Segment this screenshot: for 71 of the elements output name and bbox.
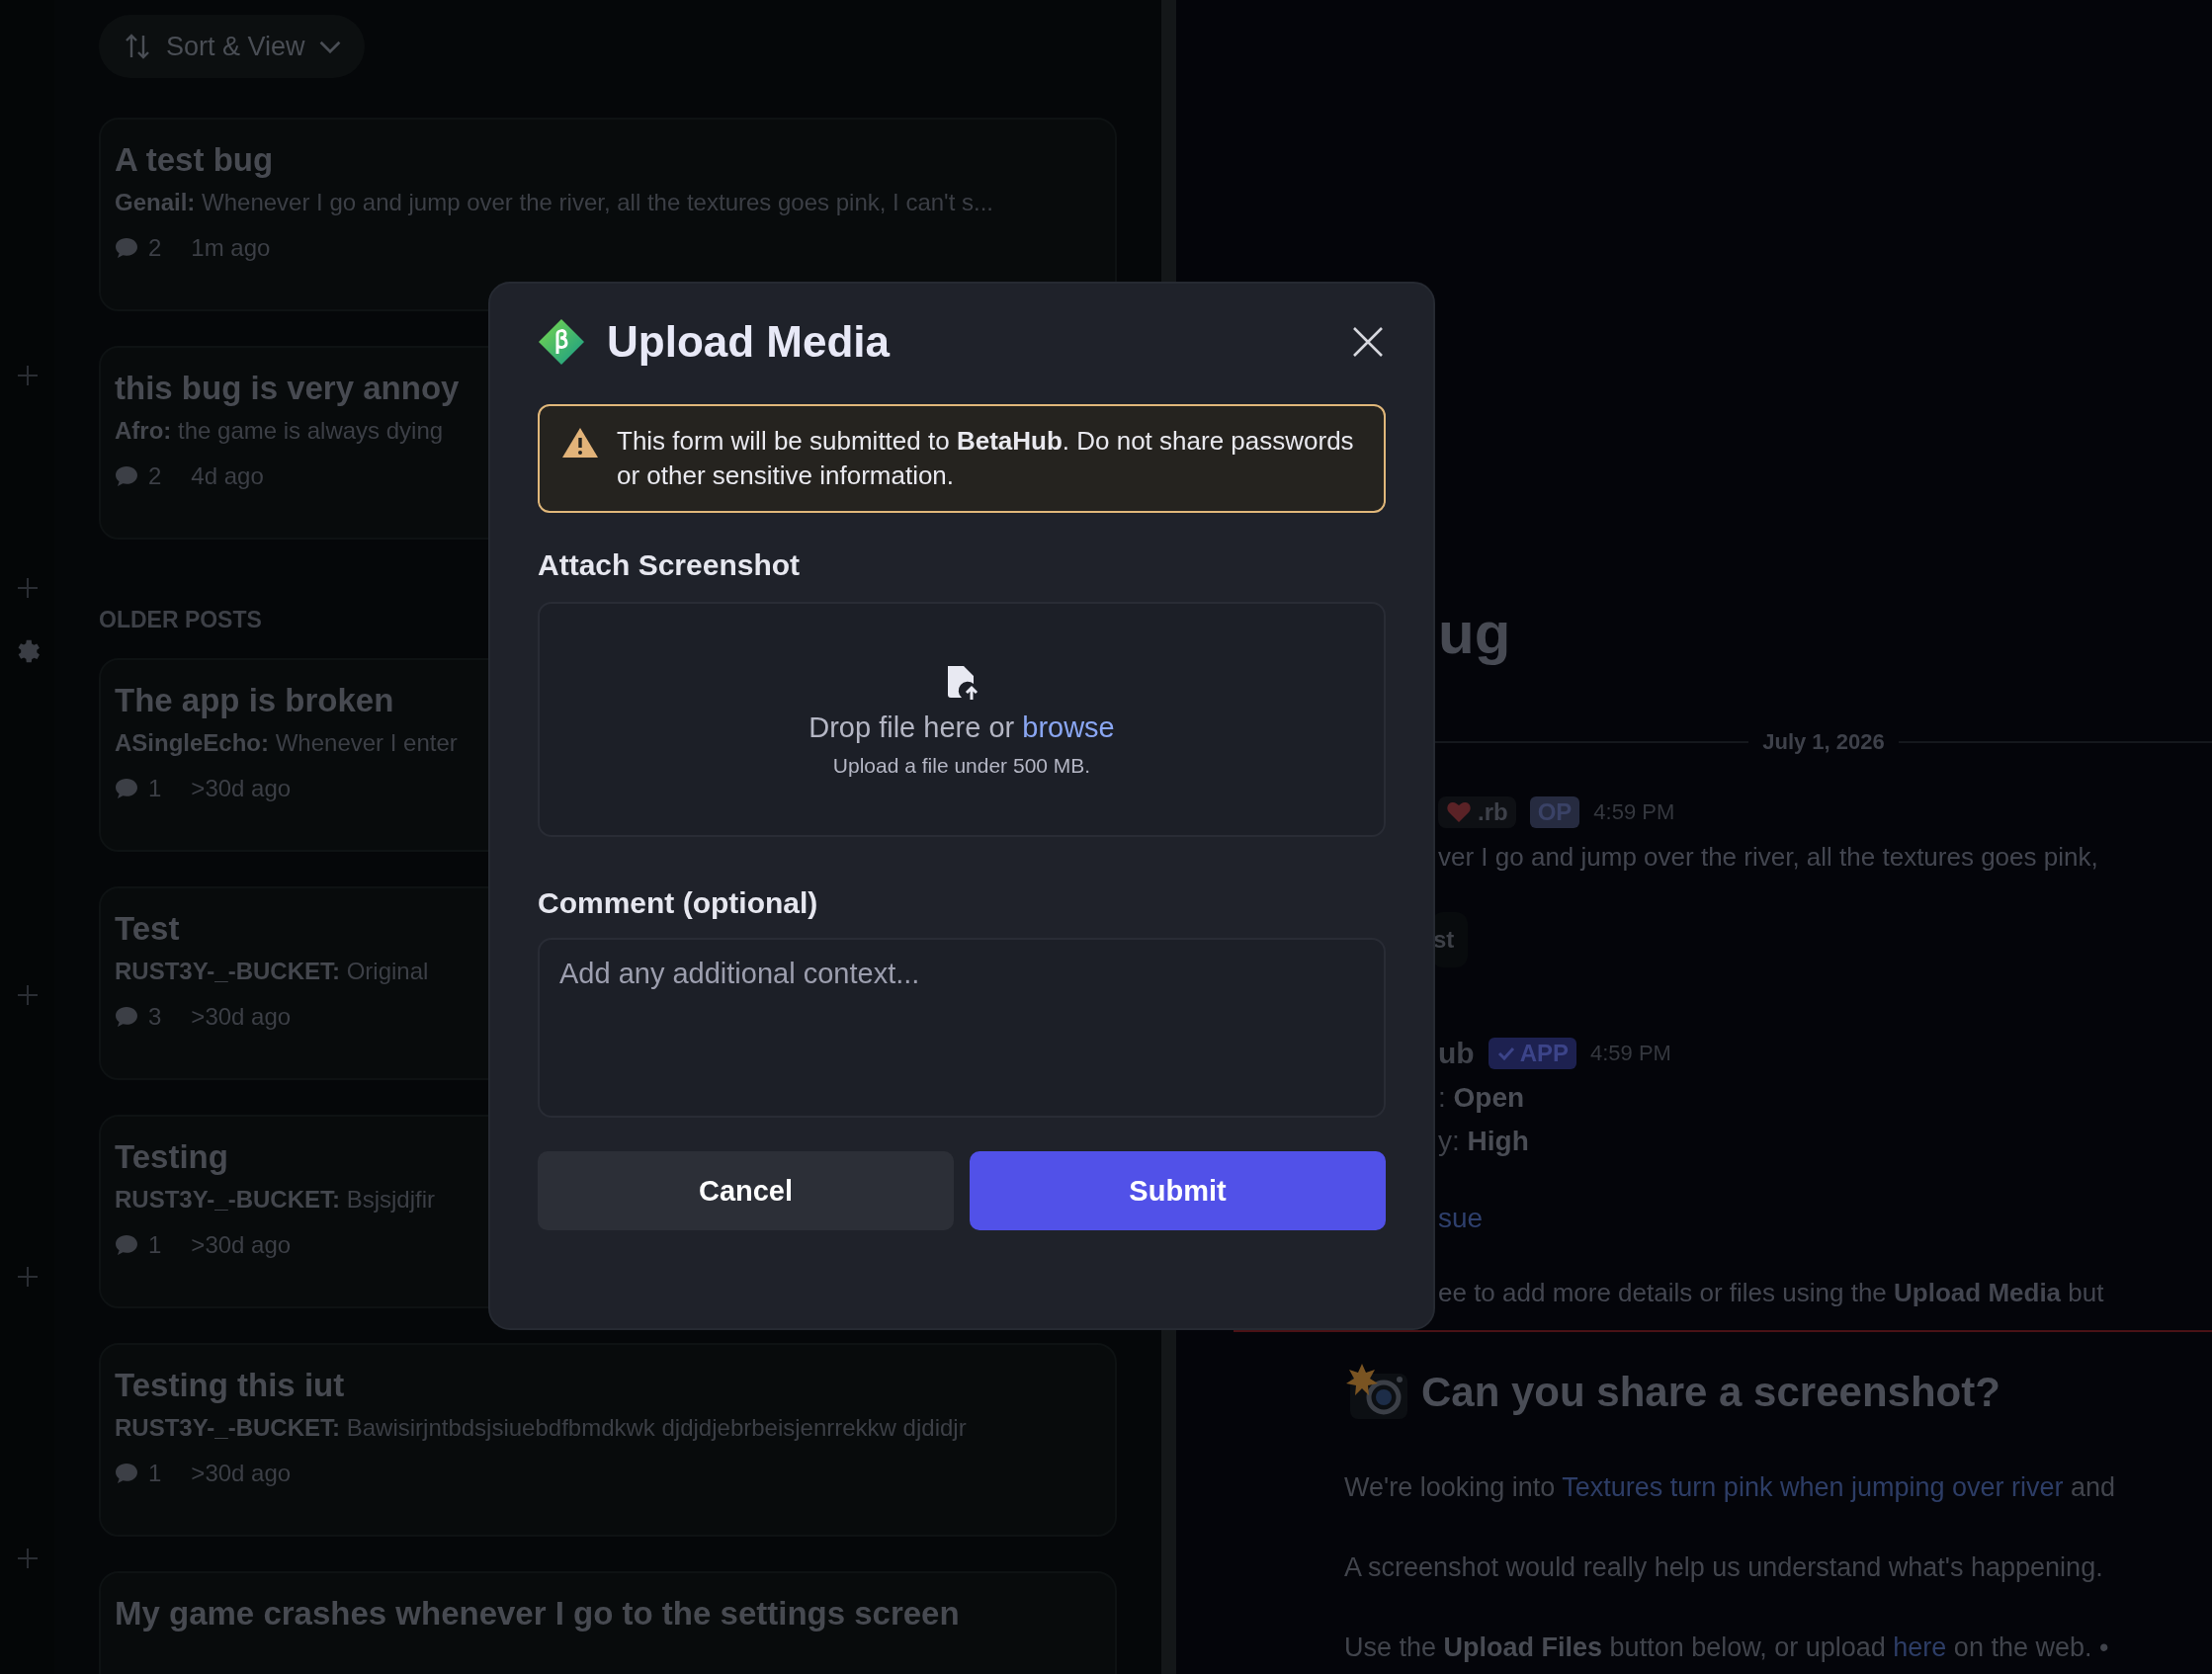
embed-paragraph: A screenshot would really help us understand what's happening. — [1344, 1552, 2103, 1583]
post-excerpt: RUST3Y-_-BUCKET: Bsjsjdjfir — [115, 1186, 436, 1214]
plus-icon[interactable] — [16, 1548, 39, 1569]
post-card[interactable]: My game crashes whenever I go to the settings screen — [99, 1571, 1117, 1674]
status-line: : Open — [1438, 1082, 1525, 1114]
message-text: ver I go and jump over the river, all the textures goes pink, — [1438, 842, 2098, 873]
heart-icon — [1446, 800, 1472, 824]
post-title: Testing this iut — [115, 1367, 345, 1404]
drop-prompt: Drop file here or browse — [808, 711, 1115, 744]
comment-count: 2 — [148, 234, 162, 262]
post-age: >30d ago — [191, 775, 292, 802]
post-age: >30d ago — [191, 1003, 292, 1031]
plus-icon[interactable] — [16, 984, 39, 1006]
cancel-button[interactable]: Cancel — [538, 1151, 954, 1230]
comment-count: 1 — [148, 775, 162, 802]
beta-logo-icon — [538, 318, 585, 366]
speech-bubble-icon — [115, 1463, 138, 1484]
speech-bubble-icon — [115, 778, 138, 799]
post-excerpt: Afro: the game is always dying — [115, 417, 444, 445]
post-age: 4d ago — [191, 462, 264, 490]
comment-count: 1 — [148, 1231, 162, 1259]
post-title: A test bug — [115, 141, 274, 179]
post-title: this bug is very annoy — [115, 370, 460, 407]
browse-link[interactable]: browse — [1022, 711, 1115, 743]
post-card[interactable]: A test bug Genail: Whenever I go and jump over the river, all the textures goes pink, I can't s... 2 1m ago — [99, 118, 1117, 311]
embed-paragraph: We're looking into Textures turn pink when jumping over river and — [1344, 1472, 2116, 1503]
link[interactable]: Textures turn pink when jumping over river — [1562, 1472, 2064, 1502]
plus-icon[interactable] — [16, 577, 39, 599]
post-excerpt: RUST3Y-_-BUCKET: Bawisirjntbdsjsiuebdfbmdkwk djdjdjebrbeisjenrrekkw djdidjr — [115, 1414, 967, 1442]
comment-field[interactable]: Add any additional context... — [538, 938, 1386, 1118]
status-line: y: High — [1438, 1126, 1529, 1157]
embed-title: Can you share a screenshot? — [1421, 1369, 2000, 1416]
embed-paragraph: Use the Upload Files button below, or upload here on the web. • — [1344, 1632, 2109, 1663]
post-age: 1m ago — [191, 234, 271, 262]
field-label: Attach Screenshot — [538, 548, 801, 582]
post-title: Test — [115, 910, 180, 948]
warning-text: This form will be submitted to BetaHub. Do not share passwords or other sensitive information. — [617, 425, 1355, 492]
submit-button[interactable]: Submit — [970, 1151, 1386, 1230]
speech-bubble-icon — [115, 1006, 138, 1028]
speech-bubble-icon — [115, 1234, 138, 1256]
plus-icon[interactable] — [16, 365, 39, 386]
post-excerpt: Genail: Whenever I go and jump over the river, all the textures goes pink, I can't s... — [115, 189, 993, 216]
field-label: Comment (optional) — [538, 886, 818, 920]
plus-icon[interactable] — [16, 1266, 39, 1288]
section-header: OLDER POSTS — [99, 607, 263, 633]
author-name: ub — [1438, 1037, 1475, 1070]
thread-title: ug — [1438, 599, 1511, 668]
comment-count: 1 — [148, 1460, 162, 1487]
comment-count: 3 — [148, 1003, 162, 1031]
dialog-title: Upload Media — [607, 317, 891, 367]
speech-bubble-icon — [115, 465, 138, 487]
comment-count: 2 — [148, 462, 162, 490]
post-card[interactable]: Testing this iut RUST3Y-_-BUCKET: Bawisirjntbdsjsiuebdfbmdkwk djdjdjebrbeisjenrrekkw djdidjr 1 >30d ago — [99, 1343, 1117, 1537]
date-label: July 1, 2026 — [1762, 729, 1885, 755]
post-title: The app is broken — [115, 682, 394, 719]
sort-view-button[interactable]: Sort & View — [99, 15, 365, 78]
drop-zone[interactable]: Drop file here or browse Upload a file under 500 MB. — [538, 602, 1386, 837]
post-excerpt: RUST3Y-_-BUCKET: Original — [115, 958, 429, 985]
chevron-down-icon — [318, 40, 341, 53]
post-title: Testing — [115, 1138, 228, 1176]
upload-hint: Upload a file under 500 MB. — [832, 753, 1091, 778]
speech-bubble-icon — [115, 237, 138, 259]
post-age: >30d ago — [191, 1231, 292, 1259]
post-age: >30d ago — [191, 1460, 292, 1487]
issue-link[interactable]: sue — [1438, 1203, 1484, 1234]
warning-icon — [561, 426, 599, 460]
app-badge: APP — [1488, 1038, 1576, 1069]
post-excerpt: ASingleEcho: Whenever I enter — [115, 729, 458, 757]
link[interactable]: here — [1893, 1632, 1947, 1662]
message-text: ee to add more details or files using the Upload Media but — [1438, 1278, 2104, 1308]
post-title: My game crashes whenever I go to the settings screen — [115, 1595, 960, 1632]
